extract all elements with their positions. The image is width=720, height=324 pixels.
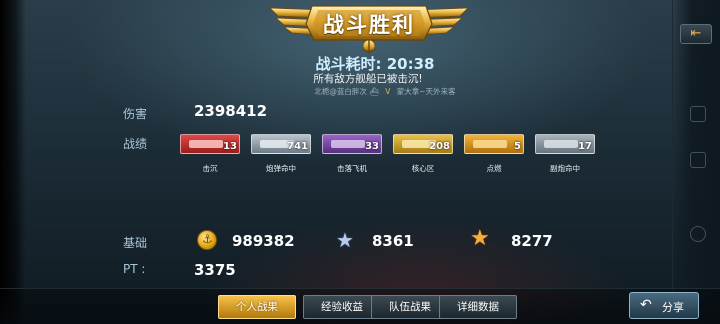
- shell-hit-achievement-tile[interactable]: 741: [251, 134, 311, 154]
- achievement-count: 741: [287, 141, 308, 152]
- left-edge-shade: [0, 0, 26, 324]
- tab-team-results[interactable]: 队伍战果: [371, 295, 449, 319]
- player-matchup: 北栀@蓝白胖次 ⛴ V 蒙大拿~天外来客: [0, 86, 720, 97]
- right-side-panel: ⇤: [672, 0, 720, 324]
- base-label: 基础: [123, 236, 148, 250]
- sink-achievement-tile[interactable]: 13: [180, 134, 240, 154]
- damage-label: 伤害: [123, 107, 148, 121]
- achievement-count: 33: [365, 141, 379, 152]
- fire-icon: [473, 140, 507, 148]
- achievement-count: 17: [578, 141, 592, 152]
- secondary-hit-achievement-tile[interactable]: 17: [535, 134, 595, 154]
- back-icon: ⇤: [690, 26, 702, 41]
- record-label: 战绩: [123, 137, 148, 151]
- coin-reward-value: 989382: [232, 232, 295, 250]
- achievement-caption: 击落飞机: [337, 164, 367, 173]
- share-button[interactable]: ↶ 分享: [629, 292, 699, 319]
- damage-value: 2398412: [194, 102, 268, 120]
- side-menu-icon[interactable]: [690, 106, 706, 122]
- warship-icon: [189, 140, 223, 148]
- tab-personal-results[interactable]: 个人战果: [218, 295, 296, 319]
- tab-experience-gains[interactable]: 经验收益: [303, 295, 381, 319]
- achievement-caption: 击沉: [202, 164, 218, 173]
- secondary-gun-icon: [544, 140, 578, 148]
- share-arrow-icon: ↶: [640, 297, 652, 313]
- tab-detailed-data[interactable]: 详细数据: [439, 295, 517, 319]
- gold-star-icon: ★: [470, 226, 490, 251]
- versus-label: V: [385, 87, 391, 96]
- aircraft-kill-achievement-tile[interactable]: 33: [322, 134, 382, 154]
- gold-star-reward-value: 8277: [511, 232, 553, 250]
- player-right-name: 蒙大拿~天外来客: [396, 87, 456, 96]
- achievement-count: 208: [429, 141, 450, 152]
- share-label: 分享: [662, 301, 684, 314]
- achievement-caption: 炮弹命中: [266, 164, 296, 173]
- aircraft-icon: [331, 140, 365, 148]
- pt-label: PT :: [123, 262, 146, 276]
- coin-icon: [197, 230, 217, 250]
- achievement-caption: 副炮命中: [550, 164, 580, 173]
- achievement-count: 13: [223, 141, 237, 152]
- victory-message: 所有敌方舰船已被击沉!: [313, 73, 423, 85]
- pt-value: 3375: [194, 261, 236, 279]
- silver-star-reward-value: 8361: [372, 232, 414, 250]
- achievement-count: 5: [514, 141, 521, 152]
- achievement-caption: 核心区: [411, 164, 435, 173]
- back-button[interactable]: ⇤: [680, 24, 712, 44]
- side-scroll-icon[interactable]: [690, 226, 706, 242]
- victory-banner: 战斗胜利: [264, 0, 474, 54]
- player-left-name: 北栀@蓝白胖次: [314, 87, 367, 96]
- silver-star-icon: ★: [336, 228, 354, 252]
- citadel-achievement-tile[interactable]: 208: [393, 134, 453, 154]
- victory-title: 战斗胜利: [323, 13, 415, 37]
- fire-achievement-tile[interactable]: 5: [464, 134, 524, 154]
- achievement-caption: 点燃: [486, 164, 502, 173]
- side-settings-icon[interactable]: [690, 152, 706, 168]
- ship-icon: ⛴: [369, 87, 379, 96]
